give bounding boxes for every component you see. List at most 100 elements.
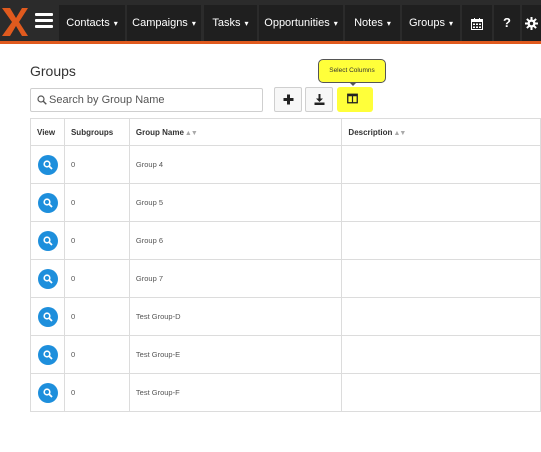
- group-name-cell: Group 7: [128, 259, 343, 298]
- search-input[interactable]: [49, 89, 259, 111]
- nav-groups[interactable]: Groups ▾: [402, 5, 460, 41]
- search-icon: [43, 311, 53, 322]
- hamburger-menu-icon[interactable]: [35, 13, 53, 29]
- tooltip-arrow: [349, 82, 357, 86]
- chevron-down-icon: ▾: [113, 19, 118, 28]
- search-icon: [43, 349, 53, 360]
- nav-notes[interactable]: Notes ▾: [345, 5, 400, 41]
- table-row: 0 Group 7: [30, 259, 541, 298]
- group-name-cell: Group 6: [128, 221, 343, 260]
- download-icon: [314, 94, 325, 105]
- nav-notes-label: Notes: [354, 17, 383, 29]
- nav-opportunities-label: Opportunities: [264, 17, 330, 29]
- table-row: 0 Group 5: [30, 183, 541, 222]
- search-icon: [43, 387, 53, 398]
- view-button[interactable]: [38, 230, 58, 251]
- group-name-cell: Group 4: [128, 145, 343, 184]
- table-row: 0 Test Group-F: [30, 373, 541, 412]
- tooltip-select-columns: Select Columns: [318, 59, 386, 83]
- chevron-down-icon: ▾: [244, 19, 249, 28]
- chevron-down-icon: ▾: [386, 19, 391, 28]
- description-cell: [341, 183, 541, 222]
- subgroups-cell: 0: [63, 145, 130, 184]
- view-cell: [30, 145, 65, 184]
- group-name-cell: Test Group-D: [128, 297, 343, 336]
- nav-contacts-label: Contacts: [66, 17, 110, 29]
- columns-icon: [347, 93, 358, 104]
- add-group-button[interactable]: [274, 87, 302, 112]
- column-header-group-name[interactable]: Group Name▲▼: [128, 118, 343, 146]
- nav-opportunities[interactable]: Opportunities ▾: [259, 5, 343, 41]
- view-cell: [30, 373, 65, 412]
- description-cell: [341, 259, 541, 298]
- search-box[interactable]: [30, 88, 263, 112]
- table-row: 0 Group 6: [30, 221, 541, 260]
- page-title: Groups: [30, 63, 76, 79]
- view-button[interactable]: [38, 306, 58, 327]
- column-header-description[interactable]: Description▲▼: [341, 118, 541, 146]
- group-name-cell: Test Group-F: [128, 373, 343, 412]
- nav-campaigns-label: Campaigns: [132, 17, 188, 29]
- table-header-row: View Subgroups Group Name▲▼ Description▲…: [30, 118, 541, 146]
- description-cell: [341, 297, 541, 336]
- table-row: 0 Test Group-D: [30, 297, 541, 336]
- search-icon: [43, 197, 53, 208]
- column-header-subgroups-label: Subgroups: [70, 127, 114, 137]
- subgroups-cell: 0: [63, 373, 130, 412]
- subgroups-cell: 0: [63, 335, 130, 374]
- view-cell: [30, 297, 65, 336]
- help-icon: ?: [503, 15, 511, 30]
- nav-tasks-label: Tasks: [212, 17, 241, 29]
- subgroups-cell: 0: [63, 297, 130, 336]
- view-button[interactable]: [38, 154, 58, 175]
- column-header-view-label: View: [37, 127, 56, 137]
- nav-tasks[interactable]: Tasks ▾: [204, 5, 257, 41]
- group-name-cell: Group 5: [128, 183, 343, 222]
- view-button[interactable]: [38, 268, 58, 289]
- view-button[interactable]: [38, 192, 58, 213]
- nav-contacts[interactable]: Contacts ▾: [59, 5, 125, 41]
- subgroups-cell: 0: [63, 183, 130, 222]
- app-logo-icon[interactable]: [0, 4, 28, 40]
- sort-icon[interactable]: ▲▼: [185, 130, 198, 137]
- search-icon: [43, 235, 53, 246]
- view-cell: [30, 221, 65, 260]
- calendar-icon: [471, 17, 483, 30]
- calendar-button[interactable]: [462, 5, 492, 41]
- select-columns-button[interactable]: [339, 87, 367, 112]
- search-icon: [43, 159, 53, 170]
- settings-button[interactable]: [522, 5, 541, 41]
- column-header-description-label: Description: [348, 127, 393, 137]
- nav-campaigns[interactable]: Campaigns ▾: [127, 5, 201, 41]
- group-name-cell: Test Group-E: [128, 335, 343, 374]
- search-icon: [37, 95, 47, 105]
- view-cell: [30, 183, 65, 222]
- top-navbar: Contacts ▾ Campaigns ▾ Tasks ▾ Opportunitie…: [0, 0, 541, 44]
- search-icon: [43, 273, 53, 284]
- subgroups-cell: 0: [63, 221, 130, 260]
- help-button[interactable]: ?: [494, 5, 520, 41]
- column-header-view: View: [30, 118, 65, 146]
- download-button[interactable]: [305, 87, 333, 112]
- view-button[interactable]: [38, 344, 58, 365]
- column-header-group-name-label: Group Name: [135, 127, 184, 137]
- chevron-down-icon: ▾: [333, 19, 338, 28]
- view-button[interactable]: [38, 382, 58, 403]
- description-cell: [341, 221, 541, 260]
- chevron-down-icon: ▾: [191, 19, 196, 28]
- sort-icon[interactable]: ▲▼: [393, 130, 406, 137]
- view-cell: [30, 335, 65, 374]
- description-cell: [341, 335, 541, 374]
- table-row: 0 Group 4: [30, 145, 541, 184]
- add-icon: [283, 94, 294, 105]
- description-cell: [341, 145, 541, 184]
- description-cell: [341, 373, 541, 412]
- view-cell: [30, 259, 65, 298]
- chevron-down-icon: ▾: [449, 19, 454, 28]
- subgroups-cell: 0: [63, 259, 130, 298]
- nav-groups-label: Groups: [408, 17, 446, 29]
- column-header-subgroups: Subgroups: [63, 118, 130, 146]
- groups-table: View Subgroups Group Name▲▼ Description▲…: [30, 118, 541, 412]
- table-row: 0 Test Group-E: [30, 335, 541, 374]
- gear-icon: [525, 17, 538, 31]
